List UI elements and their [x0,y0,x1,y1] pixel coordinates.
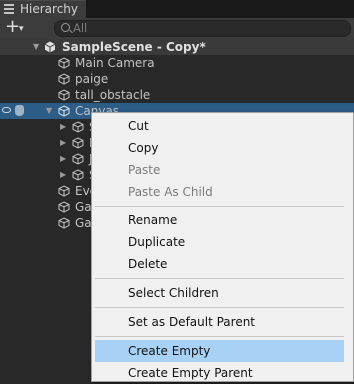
tab-bar: Hierarchy [0,0,354,18]
hierarchy-item-paige[interactable]: paige [0,71,354,87]
hierarchy-item-main-camera[interactable]: Main Camera [0,55,354,71]
menu-item-label: Select Children [128,286,219,300]
add-object-button[interactable]: + ▾ [2,16,28,39]
unity-scene-icon [44,41,56,53]
menu-item-label: Rename [128,213,178,227]
menu-separator [95,307,344,308]
menu-item-label: Duplicate [128,235,186,249]
item-label: paige [75,72,109,86]
tab-title: Hierarchy [20,2,79,16]
gameobject-cube-icon [58,57,70,69]
gameobject-cube-icon [58,73,70,85]
item-label: Ga [75,200,92,214]
menu-item-create-empty-parent[interactable]: Create Empty Parent [95,362,344,384]
pickability-hand-icon[interactable] [15,105,24,116]
collapse-arrow-icon[interactable]: ▼ [33,42,39,52]
gameobject-cube-icon [58,217,70,229]
menu-item-label: Paste As Child [128,185,213,199]
scene-row[interactable]: ▼ SampleScene - Copy* [0,39,354,55]
menu-item-paste: Paste [95,159,344,181]
menu-item-duplicate[interactable]: Duplicate [95,231,344,253]
menu-item-label: Create Empty Parent [128,366,253,380]
item-label: Main Camera [75,56,155,70]
scene-name: SampleScene - Copy* [62,40,206,54]
context-menu: Cut Copy Paste Paste As Child Rename Dup… [91,112,354,382]
gameobject-cube-icon [58,185,70,197]
menu-item-rename[interactable]: Rename [95,209,344,231]
menu-item-select-children[interactable]: Select Children [95,282,344,304]
gameobject-cube-icon [72,169,84,181]
search-icon [61,23,70,32]
expand-arrow-icon[interactable]: ▶ [60,154,66,164]
menu-item-paste-as-child: Paste As Child [95,181,344,203]
gameobject-cube-icon [72,137,84,149]
expand-arrow-icon[interactable]: ▶ [60,138,66,148]
menu-item-cut[interactable]: Cut [95,115,344,137]
menu-item-create-empty[interactable]: Create Empty [95,340,344,362]
collapse-arrow-icon[interactable]: ▼ [46,106,52,116]
item-label: Ga [75,216,92,230]
search-placeholder: All [73,21,88,35]
dropdown-arrow-icon: ▾ [19,24,24,34]
gameobject-cube-icon [72,121,84,133]
menu-separator [95,206,344,207]
menu-item-label: Paste [128,163,161,177]
visibility-eye-icon[interactable] [2,107,11,113]
menu-item-label: Delete [128,257,168,271]
menu-item-label: Cut [128,119,149,133]
menu-item-set-default-parent[interactable]: Set as Default Parent [95,311,344,333]
menu-item-label: Copy [128,141,159,155]
expand-arrow-icon[interactable]: ▶ [60,170,66,180]
gameobject-cube-icon [72,153,84,165]
menu-item-label: Create Empty [128,344,211,358]
hierarchy-item-tall-obstacle[interactable]: tall_obstacle [0,87,354,103]
gameobject-cube-icon [58,105,70,117]
menu-separator [95,336,344,337]
gameobject-cube-icon [58,89,70,101]
hierarchy-toolbar: + ▾ All [0,16,354,41]
search-input[interactable]: All [54,20,351,37]
plus-icon: + [5,16,21,37]
gameobject-cube-icon [58,201,70,213]
expand-arrow-icon[interactable]: ▶ [60,122,66,132]
menu-item-delete[interactable]: Delete [95,253,344,275]
menu-item-label: Set as Default Parent [128,315,256,329]
menu-item-copy[interactable]: Copy [95,137,344,159]
item-label: tall_obstacle [75,88,151,102]
menu-separator [95,278,344,279]
hierarchy-list-icon [4,4,14,14]
